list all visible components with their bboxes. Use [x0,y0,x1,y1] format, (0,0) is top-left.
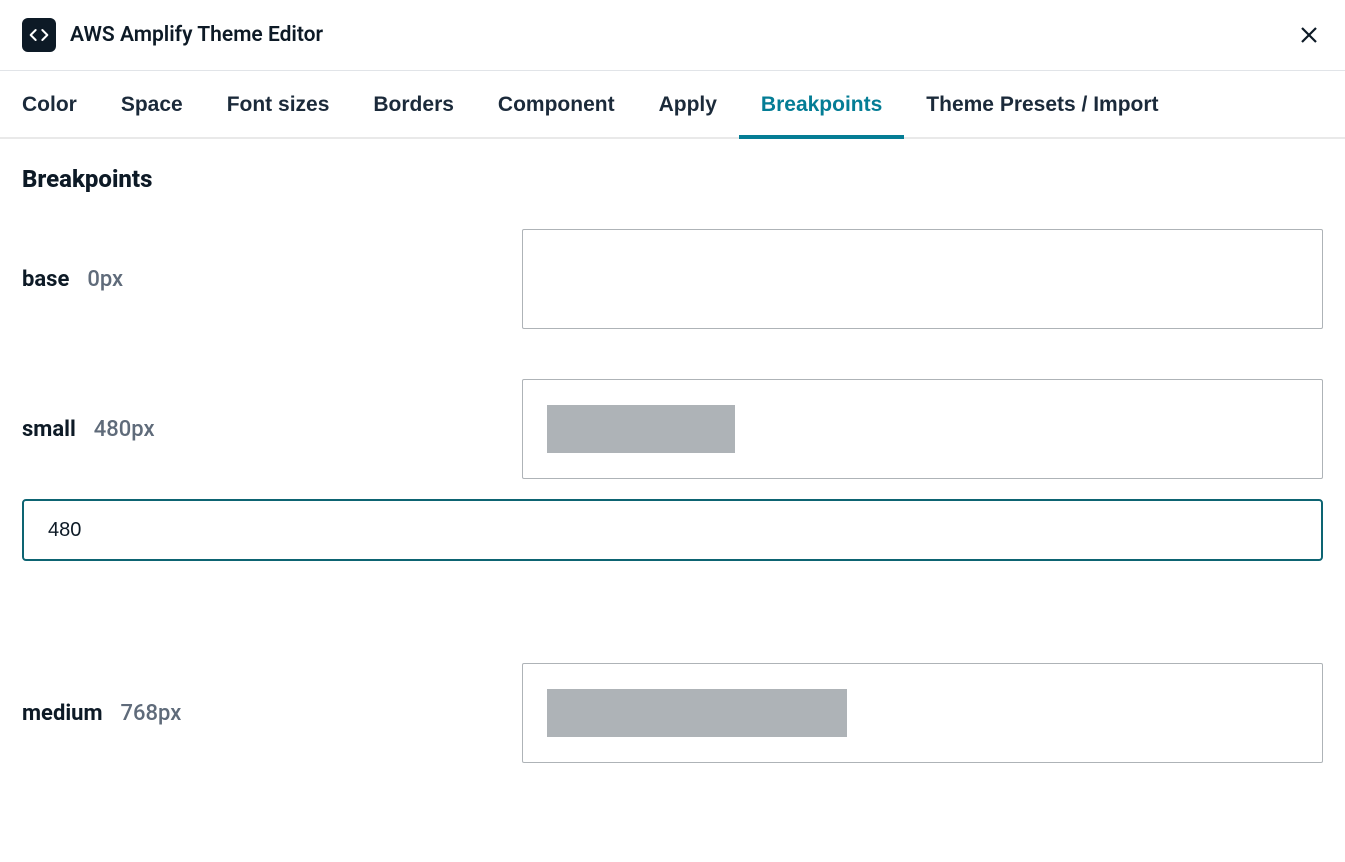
header-left: AWS Amplify Theme Editor [22,18,323,52]
header: AWS Amplify Theme Editor [0,0,1345,71]
breakpoint-row: medium 768px [22,663,1323,763]
breakpoint-value: 768px [121,701,182,726]
preview-bar [547,405,735,453]
breakpoint-edit-input[interactable] [22,499,1323,561]
content: Breakpoints base 0px small 480px medium 768px [0,139,1345,839]
breakpoint-name: medium [22,701,103,726]
tab-space[interactable]: Space [99,71,205,137]
preview-bar [547,689,847,737]
breakpoint-labels: medium 768px [22,701,522,726]
tab-apply[interactable]: Apply [637,71,739,137]
breakpoint-value: 0px [87,267,123,292]
breakpoint-preview[interactable] [522,663,1323,763]
tabs: ColorSpaceFont sizesBordersComponentAppl… [0,71,1345,139]
tab-component[interactable]: Component [476,71,637,137]
breakpoint-row-base: base 0px [22,229,1323,329]
breakpoint-name: small [22,417,76,442]
close-icon [1297,23,1321,47]
breakpoint-name: base [22,267,69,292]
close-button[interactable] [1293,19,1325,51]
tab-breakpoints[interactable]: Breakpoints [739,71,904,137]
code-icon [29,25,49,45]
breakpoint-row: small 480px [22,379,1323,479]
app-logo [22,18,56,52]
section-title: Breakpoints [22,165,1323,193]
breakpoint-list: base 0px small 480px medium 768px [22,229,1323,763]
breakpoint-value: 480px [94,417,155,442]
breakpoint-row-small: small 480px [22,379,1323,613]
tab-color[interactable]: Color [0,71,99,137]
breakpoint-row: base 0px [22,229,1323,329]
tab-theme-presets-import[interactable]: Theme Presets / Import [904,71,1180,137]
breakpoint-labels: base 0px [22,267,522,292]
breakpoint-row-medium: medium 768px [22,663,1323,763]
breakpoint-labels: small 480px [22,417,522,442]
tab-font-sizes[interactable]: Font sizes [205,71,352,137]
tab-borders[interactable]: Borders [351,71,476,137]
breakpoint-preview[interactable] [522,379,1323,479]
app-title: AWS Amplify Theme Editor [70,23,323,47]
breakpoint-preview[interactable] [522,229,1323,329]
